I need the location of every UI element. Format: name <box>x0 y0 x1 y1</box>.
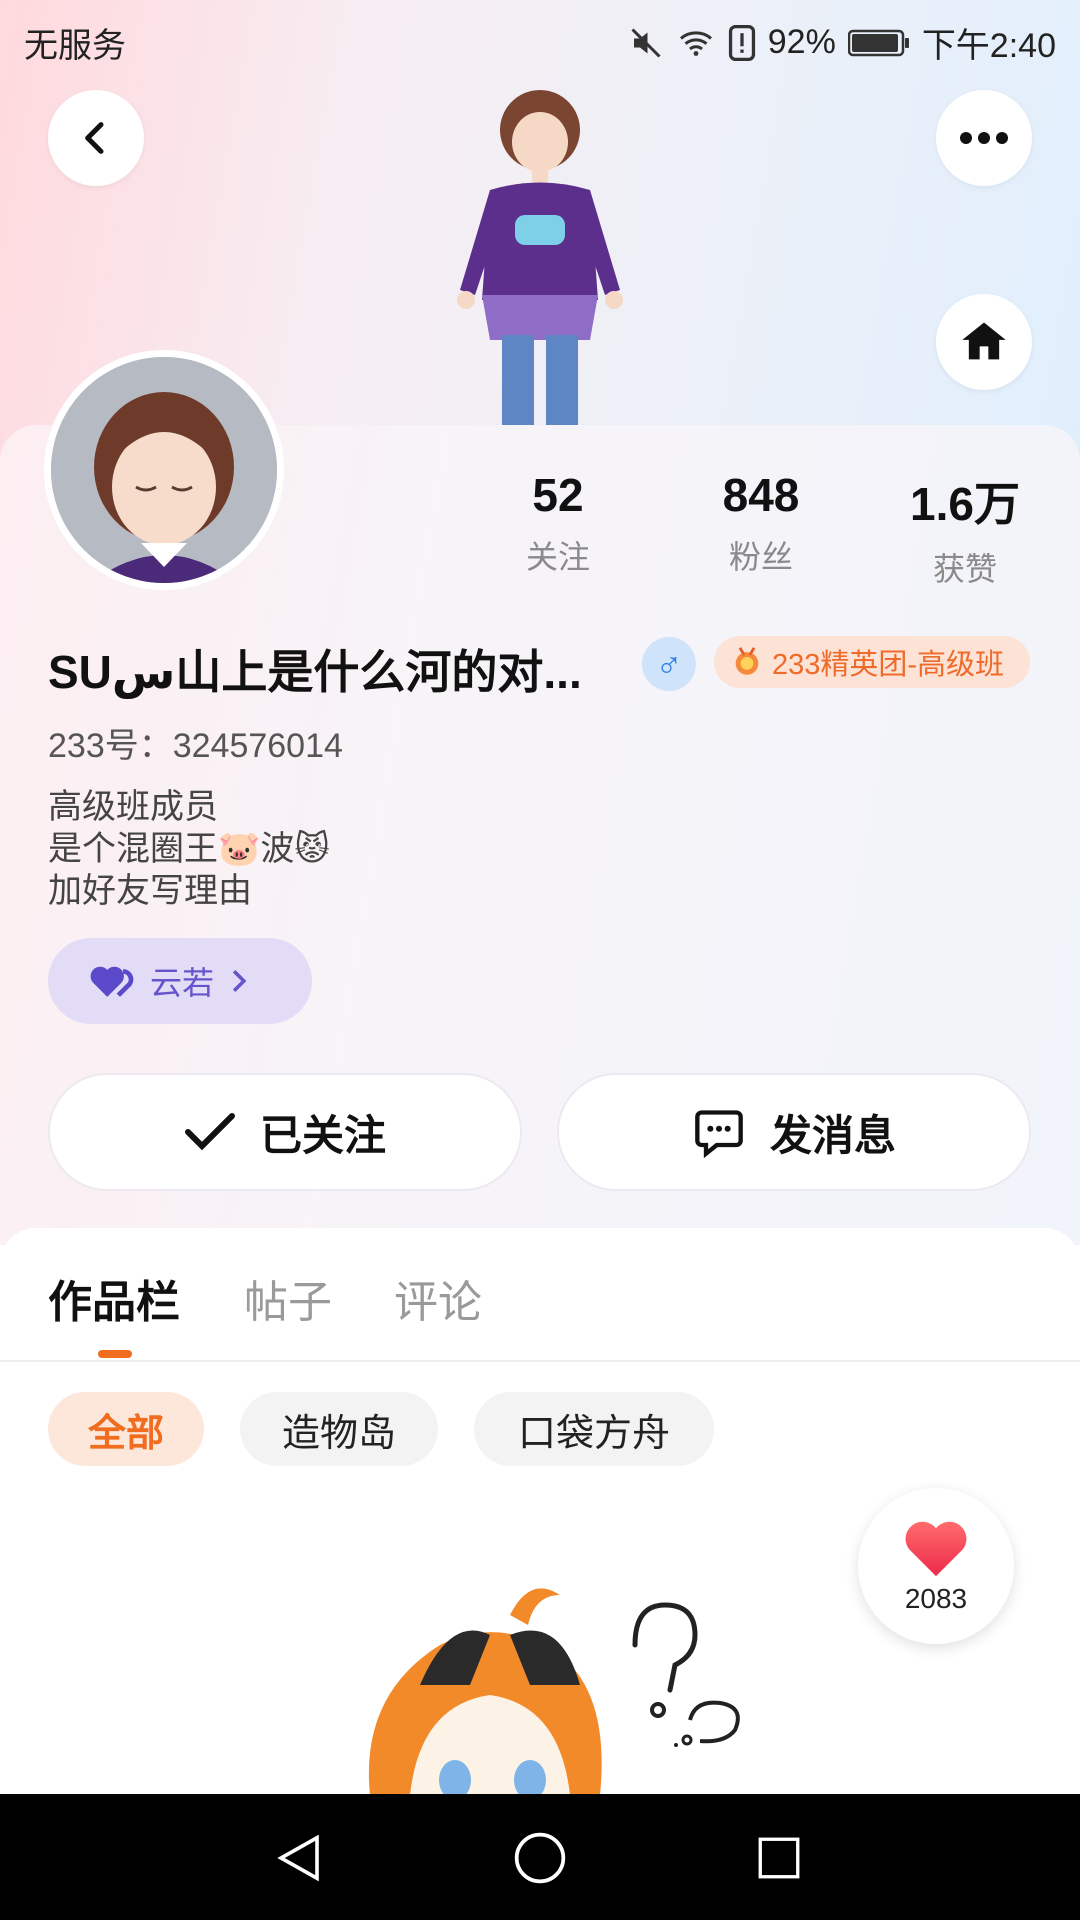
chat-bubble-icon <box>695 1110 743 1158</box>
tab-posts[interactable]: 帖子 <box>244 1266 332 1330</box>
gender-male-icon: ♂ <box>642 637 696 691</box>
more-dots-icon <box>960 132 1008 144</box>
bio: 高级班成员 是个混圈王🐷波😾 加好友写理由 <box>48 786 330 912</box>
avatar-portrait <box>51 357 277 583</box>
heart-icon <box>90 966 134 997</box>
badge-label: 233精英团-高级班 <box>772 649 1005 681</box>
filter-ark[interactable]: 口袋方舟 <box>474 1392 714 1466</box>
clock: 下午2:40 <box>921 27 1056 65</box>
active-tab-indicator <box>98 1350 132 1358</box>
stat-label: 粉丝 <box>728 539 793 575</box>
more-button[interactable] <box>936 90 1032 186</box>
mute-icon <box>631 27 661 58</box>
stat-label: 获赞 <box>932 551 997 587</box>
bio-line: 是个混圈王🐷波😾 <box>48 830 330 868</box>
heart-icon <box>905 1521 967 1577</box>
battery-icon <box>847 29 909 56</box>
home-icon <box>962 322 1006 360</box>
check-icon <box>184 1113 235 1151</box>
user-id: 233号：324576014 <box>48 727 343 765</box>
bio-line: 加好友写理由 <box>48 872 252 910</box>
message-button[interactable]: 发消息 <box>557 1073 1031 1191</box>
avatar-3d-figure[interactable] <box>420 90 660 425</box>
chevron-left-icon <box>85 122 104 154</box>
message-label: 发消息 <box>769 1111 896 1159</box>
gender-symbol: ♂ <box>655 643 683 684</box>
stat-value: 848 <box>722 469 800 521</box>
battery-percent: 92% <box>767 23 836 61</box>
medal-icon <box>735 647 759 675</box>
sim-alert-icon <box>728 24 755 61</box>
followed-label: 已关注 <box>259 1111 386 1159</box>
filter-all[interactable]: 全部 <box>48 1392 204 1466</box>
chevron-right-icon <box>232 969 247 993</box>
like-count: 2083 <box>904 1583 968 1614</box>
stat-label: 关注 <box>525 539 590 575</box>
wifi-icon <box>679 30 712 56</box>
carrier-text: 无服务 <box>24 27 126 65</box>
relation-chip-label: 云若 <box>150 965 215 1001</box>
like-float-button[interactable]: 2083 <box>858 1488 1014 1644</box>
bio-line: 高级班成员 <box>48 788 218 826</box>
divider <box>0 1360 1080 1362</box>
empty-state-mascot <box>368 1588 740 1795</box>
profile-name: SUس山上是什么河的对... <box>48 646 582 698</box>
nav-home-icon[interactable] <box>512 1830 568 1886</box>
nav-back-icon[interactable] <box>272 1830 326 1886</box>
status-bar: 无服务 92% 下午2:40 <box>0 0 1080 76</box>
filter-island[interactable]: 造物岛 <box>240 1392 438 1466</box>
nav-recents-icon[interactable] <box>754 1830 804 1886</box>
home-button[interactable] <box>936 294 1032 390</box>
stat-likes[interactable]: 1.6万 获赞 <box>875 468 1055 590</box>
avatar[interactable] <box>44 350 284 590</box>
stat-value: 52 <box>532 469 584 521</box>
stat-followers[interactable]: 848 粉丝 <box>671 468 851 578</box>
stat-value: 1.6万 <box>910 478 1020 530</box>
tab-works[interactable]: 作品栏 <box>48 1266 180 1330</box>
tab-comments[interactable]: 评论 <box>394 1266 482 1330</box>
stat-following[interactable]: 52 关注 <box>468 468 648 578</box>
relation-chip[interactable]: 云若 <box>48 938 312 1024</box>
club-badge[interactable]: 233精英团-高级班 <box>714 636 1030 688</box>
back-button[interactable] <box>48 90 144 186</box>
followed-button[interactable]: 已关注 <box>48 1073 522 1191</box>
